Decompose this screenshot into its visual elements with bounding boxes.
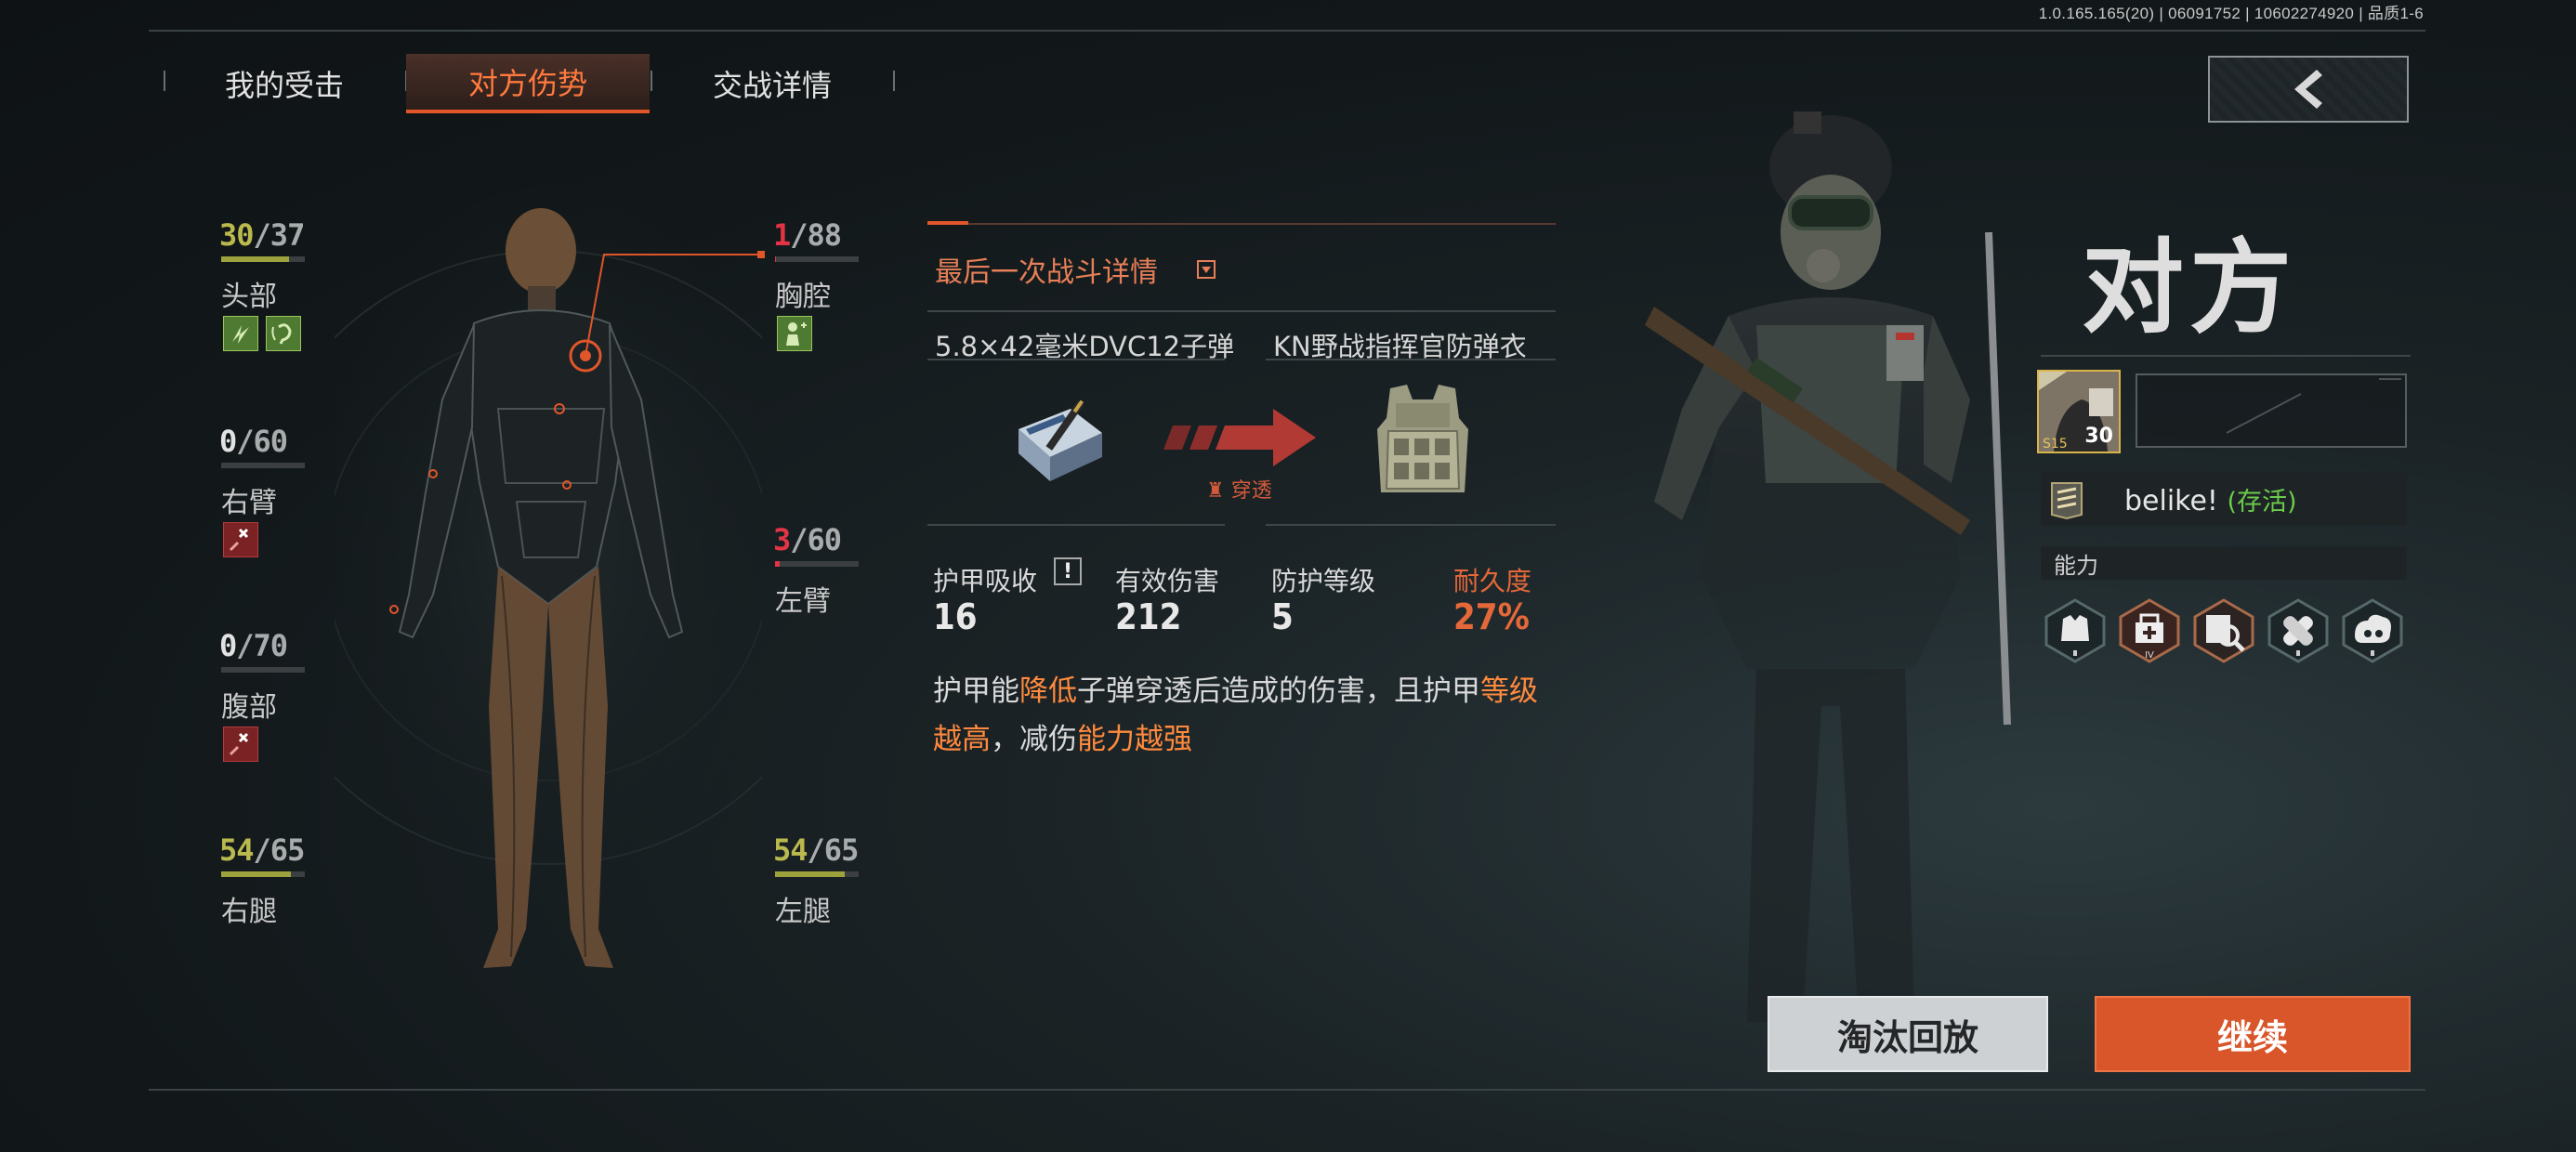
rank-badge-icon (2051, 482, 2083, 520)
chest-hp-bar (775, 256, 859, 262)
right-leg-hp-max: /65 (253, 832, 306, 868)
elimination-replay-button[interactable]: 淘汰回放 (1768, 996, 2048, 1072)
player-name: belike! (2124, 485, 2218, 517)
back-button[interactable] (2208, 56, 2409, 123)
ability-header: 能力 (2041, 546, 2407, 580)
penetrate-arrow-icon (1163, 409, 1316, 466)
protection-level-value: 5 (1271, 596, 1294, 637)
right-leg-hp-bar (221, 871, 305, 877)
right-arm-hp: 0/60 (219, 424, 288, 459)
last-combat-title[interactable]: 最后一次战斗详情 (935, 249, 1158, 290)
ammo-box-icon (1019, 399, 1102, 481)
divider (1266, 359, 1556, 360)
right-arm-hp-bar (221, 463, 305, 468)
player-name-row: belike! (存活) (2124, 481, 2297, 517)
right-leg-hp: 54/65 (219, 832, 306, 868)
right-leg-hp-current: 54 (219, 832, 255, 868)
left-leg-hp-max: /65 (807, 832, 860, 868)
armor-absorb-value: 16 (933, 596, 978, 637)
head-hp: 30/37 (219, 217, 306, 253)
right-arm-hp-current: 0 (219, 424, 237, 459)
panel-top-line (927, 223, 1556, 225)
left-arm-hp-bar (775, 561, 859, 567)
head-label: 头部 (221, 281, 277, 313)
dropdown-icon[interactable] (1197, 260, 1216, 279)
effective-damage-value: 212 (1115, 596, 1182, 637)
abdomen-label: 腹部 (221, 691, 277, 724)
assault-ability-icon[interactable] (2340, 598, 2405, 663)
effective-damage-label: 有效伤害 (1115, 566, 1220, 596)
medic-ability-icon[interactable] (2266, 598, 2331, 663)
tab-combat-details[interactable]: 交战详情 (651, 54, 894, 113)
durability-value: 27% (1453, 596, 1530, 637)
chest-hp-max: /88 (790, 217, 842, 253)
supply-ability-icon[interactable]: IV (2117, 598, 2182, 663)
penetrate-label: ♜ 穿透 (1206, 474, 1272, 504)
banner-slot (2136, 373, 2407, 448)
armor-ability-icon[interactable] (2043, 598, 2108, 663)
divider (1266, 524, 1556, 526)
divider (927, 359, 1225, 360)
hearing-icon (266, 316, 301, 351)
fracture-icon (223, 522, 258, 557)
chest-pointer-dot (757, 251, 765, 258)
left-arm-label: 左臂 (775, 585, 831, 618)
continue-button[interactable]: 继续 (2095, 996, 2411, 1072)
fracture-icon (223, 727, 258, 762)
opponent-title: 对方 (2082, 229, 2297, 347)
helmet-mark-icon: ♜ (1206, 479, 1231, 503)
head-hp-max: /37 (253, 217, 306, 253)
divider (927, 524, 1225, 526)
head-hp-bar (221, 256, 305, 262)
chest-label: 胸腔 (775, 281, 831, 313)
info-icon[interactable]: ! (1054, 557, 1082, 585)
abdomen-hp-bar (221, 667, 305, 673)
chevron-left-icon (2294, 70, 2322, 109)
top-divider (149, 30, 2425, 32)
avatar[interactable]: 30 S15 (2037, 370, 2121, 453)
tab-separator (893, 71, 895, 91)
divider (2041, 355, 2411, 357)
injury-icon (223, 316, 258, 351)
avatar-season-tag: S15 (2043, 437, 2068, 452)
bleeding-icon (777, 316, 812, 351)
left-leg-hp-current: 54 (773, 832, 808, 868)
left-arm-hp-max: /60 (790, 522, 842, 557)
armor-absorb-label: 护甲吸收 (933, 566, 1038, 596)
durability-label: 耐久度 (1453, 566, 1532, 596)
right-arm-hp-max: /60 (236, 424, 288, 459)
abdomen-hp-current: 0 (219, 628, 237, 663)
svg-text:IV: IV (2145, 650, 2154, 661)
head-hp-current: 30 (219, 217, 255, 253)
penetrate-text: 穿透 (1230, 479, 1272, 503)
avatar-level: 30 (2084, 425, 2113, 448)
panel-accent (927, 221, 968, 225)
left-leg-hp: 54/65 (773, 832, 860, 868)
body-figure (335, 186, 762, 968)
version-info: 1.0.165.165(20) | 06091752 | 10602274920… (2038, 5, 2424, 22)
protection-level-label: 防护等级 (1271, 566, 1376, 596)
player-status: (存活) (2227, 488, 2297, 517)
abdomen-hp-max: /70 (236, 628, 288, 663)
armor-description: 护甲能降低子弹穿透后造成的伤害，且护甲等级越高，减伤能力越强 (933, 674, 1538, 756)
search-ability-icon[interactable] (2191, 598, 2256, 663)
right-leg-label: 右腿 (221, 896, 277, 928)
armor-vest-icon (1377, 385, 1468, 492)
tab-my-hits[interactable]: 我的受击 (163, 54, 406, 113)
left-arm-hp: 3/60 (773, 522, 842, 557)
chest-hp: 1/88 (773, 217, 842, 253)
divider (927, 310, 1556, 312)
opponent-character (1645, 111, 2011, 1022)
left-leg-label: 左腿 (775, 896, 831, 928)
bottom-divider (149, 1089, 2425, 1091)
chest-hp-current: 1 (773, 217, 791, 253)
right-arm-label: 右臂 (221, 487, 277, 519)
abdomen-hp: 0/70 (219, 628, 288, 663)
tab-enemy-injuries[interactable]: 对方伤势 (406, 54, 650, 113)
left-leg-hp-bar (775, 871, 859, 877)
left-arm-hp-current: 3 (773, 522, 791, 557)
